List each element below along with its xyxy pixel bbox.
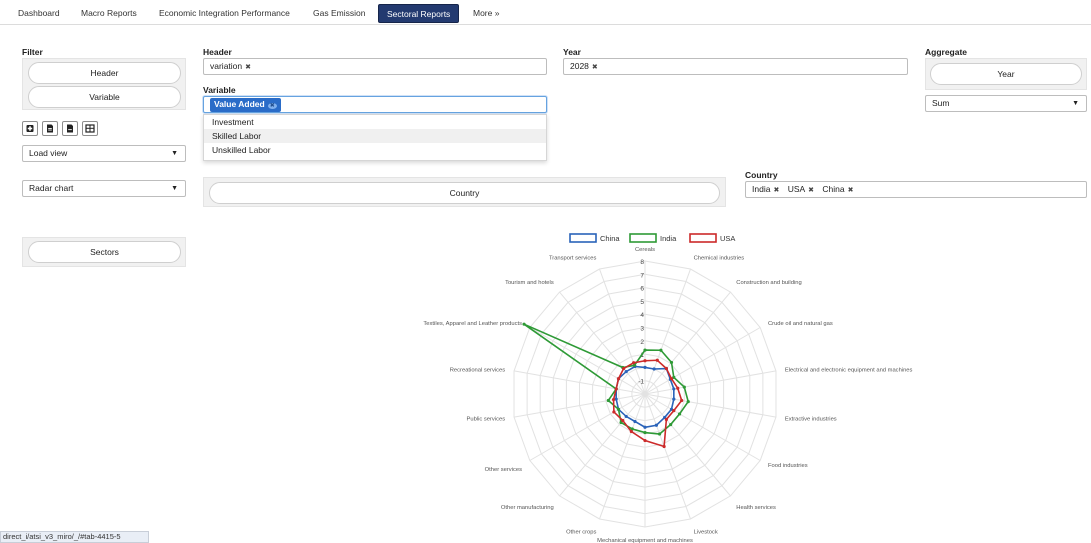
radar-series-point — [643, 430, 647, 435]
legend-label: China — [600, 234, 620, 243]
radar-category-label: Recreational services — [450, 367, 506, 373]
radar-series-point — [659, 348, 663, 352]
radar-series-point — [654, 423, 658, 427]
radar-series-point — [611, 397, 616, 402]
legend-swatch — [569, 233, 597, 243]
radar-category-label: Public services — [466, 417, 505, 423]
radar-series-point — [657, 432, 662, 436]
radar-series-point — [622, 366, 626, 371]
radar-series-point — [632, 361, 636, 365]
status-bar-url: direct_i/atsi_v3_miro/_/#tab-4415-5 — [0, 531, 149, 543]
radar-series-point — [629, 429, 633, 434]
radar-series-point — [633, 419, 637, 424]
radar-series-point — [669, 422, 673, 427]
radar-series-point — [676, 386, 680, 390]
radar-series-point — [686, 400, 690, 404]
radar-category-label: Extractive industries — [785, 417, 837, 423]
radar-spoke — [644, 268, 691, 395]
radar-tick-label: 6 — [640, 286, 644, 293]
radar-tick-label: 2 — [640, 339, 644, 346]
radar-chart: 87654321-1CerealsChemical industriesCons… — [423, 233, 913, 543]
legend-label: India — [660, 234, 677, 243]
legend-swatch — [629, 233, 657, 243]
radar-series-point — [662, 444, 666, 449]
radar-tick-label: 5 — [640, 299, 644, 306]
radar-series-point — [616, 377, 621, 381]
radar-category-label: Cereals — [635, 247, 655, 253]
radar-series-point — [614, 387, 618, 391]
radar-category-label: Construction and building — [736, 280, 801, 286]
radar-category-label: Food industries — [768, 463, 808, 469]
radar-series-point — [616, 407, 621, 411]
radar-category-label: Health services — [736, 505, 776, 511]
radar-series-point — [664, 366, 668, 371]
radar-category-label: Chemical industries — [694, 256, 745, 262]
radar-tick-label: 3 — [640, 326, 644, 333]
radar-tick-label: 4 — [640, 312, 644, 319]
radar-series-point — [652, 367, 656, 371]
radar-category-label: Tourism and hotels — [505, 280, 554, 286]
radar-series-point — [522, 322, 526, 326]
radar-category-label: Mechanical equipment and machines — [597, 538, 693, 543]
radar-series-point — [672, 397, 676, 401]
radar-series-point — [643, 438, 647, 443]
radar-series-point — [677, 412, 682, 416]
radar-series-point — [655, 358, 659, 362]
radar-series-point — [643, 425, 647, 429]
radar-tick-label: 8 — [640, 259, 644, 266]
radar-category-label: Other manufacturing — [501, 505, 554, 511]
radar-series-point — [672, 387, 676, 391]
radar-series-point — [643, 348, 647, 352]
radar-series-point — [624, 369, 628, 374]
radar-series-point — [664, 417, 668, 422]
radar-category-label: Crude oil and natural gas — [768, 321, 833, 327]
radar-category-label: Transport services — [549, 256, 597, 262]
radar-category-label: Textiles, Apparel and Leather products — [423, 321, 522, 327]
radar-series-point — [669, 377, 674, 381]
radar-category-label: Other crops — [566, 529, 596, 535]
radar-category-label: Livestock — [694, 529, 718, 535]
radar-category-label: Electrical and electronic equipment and … — [785, 367, 913, 373]
radar-series-point — [680, 398, 684, 403]
radar-series-point — [669, 360, 674, 365]
radar-series-point — [672, 409, 676, 413]
radar-category-label: Other services — [485, 467, 522, 473]
radar-series-point — [643, 359, 647, 363]
radar-series-point — [612, 410, 616, 414]
radar-tick-label: 7 — [640, 272, 644, 279]
radar-series-point — [606, 398, 610, 403]
radar-series-point — [682, 385, 686, 389]
radar-series-point — [621, 418, 625, 423]
legend-swatch — [689, 233, 717, 243]
legend-label: USA — [720, 234, 735, 243]
radar-tick-label: -1 — [638, 379, 644, 386]
radar-series-point — [624, 414, 628, 419]
radar-series-point — [643, 365, 647, 369]
